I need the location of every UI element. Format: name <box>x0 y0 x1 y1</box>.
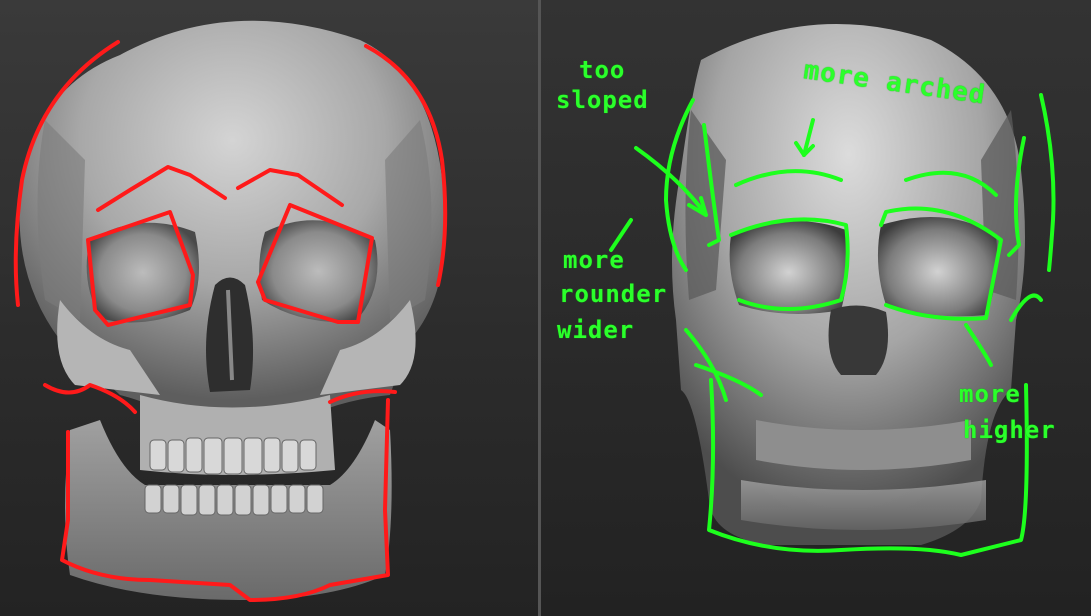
annotation-higher: higher <box>963 416 1056 444</box>
reference-skull-panel <box>0 0 538 616</box>
sculpt-skull-panel: too sloped more arched more rounder wide… <box>541 0 1091 616</box>
comparison-canvas: too sloped more arched more rounder wide… <box>0 0 1091 616</box>
sculpt-right-cranium-guide <box>1039 93 1056 272</box>
sculpt-left-eye-socket <box>729 221 848 314</box>
annotation-sloped: sloped <box>556 86 649 114</box>
upper-teeth <box>149 437 317 475</box>
annotation-more-2: more <box>959 380 1021 408</box>
sculpt-right-eye-socket <box>877 217 998 317</box>
annotation-rounder: rounder <box>559 280 668 308</box>
annotation-wider: wider <box>557 316 635 344</box>
annotation-more: more <box>563 246 625 274</box>
annotation-too: too <box>579 56 626 84</box>
reference-skull-image <box>13 20 448 602</box>
sculpt-nasal-cavity <box>828 305 889 375</box>
